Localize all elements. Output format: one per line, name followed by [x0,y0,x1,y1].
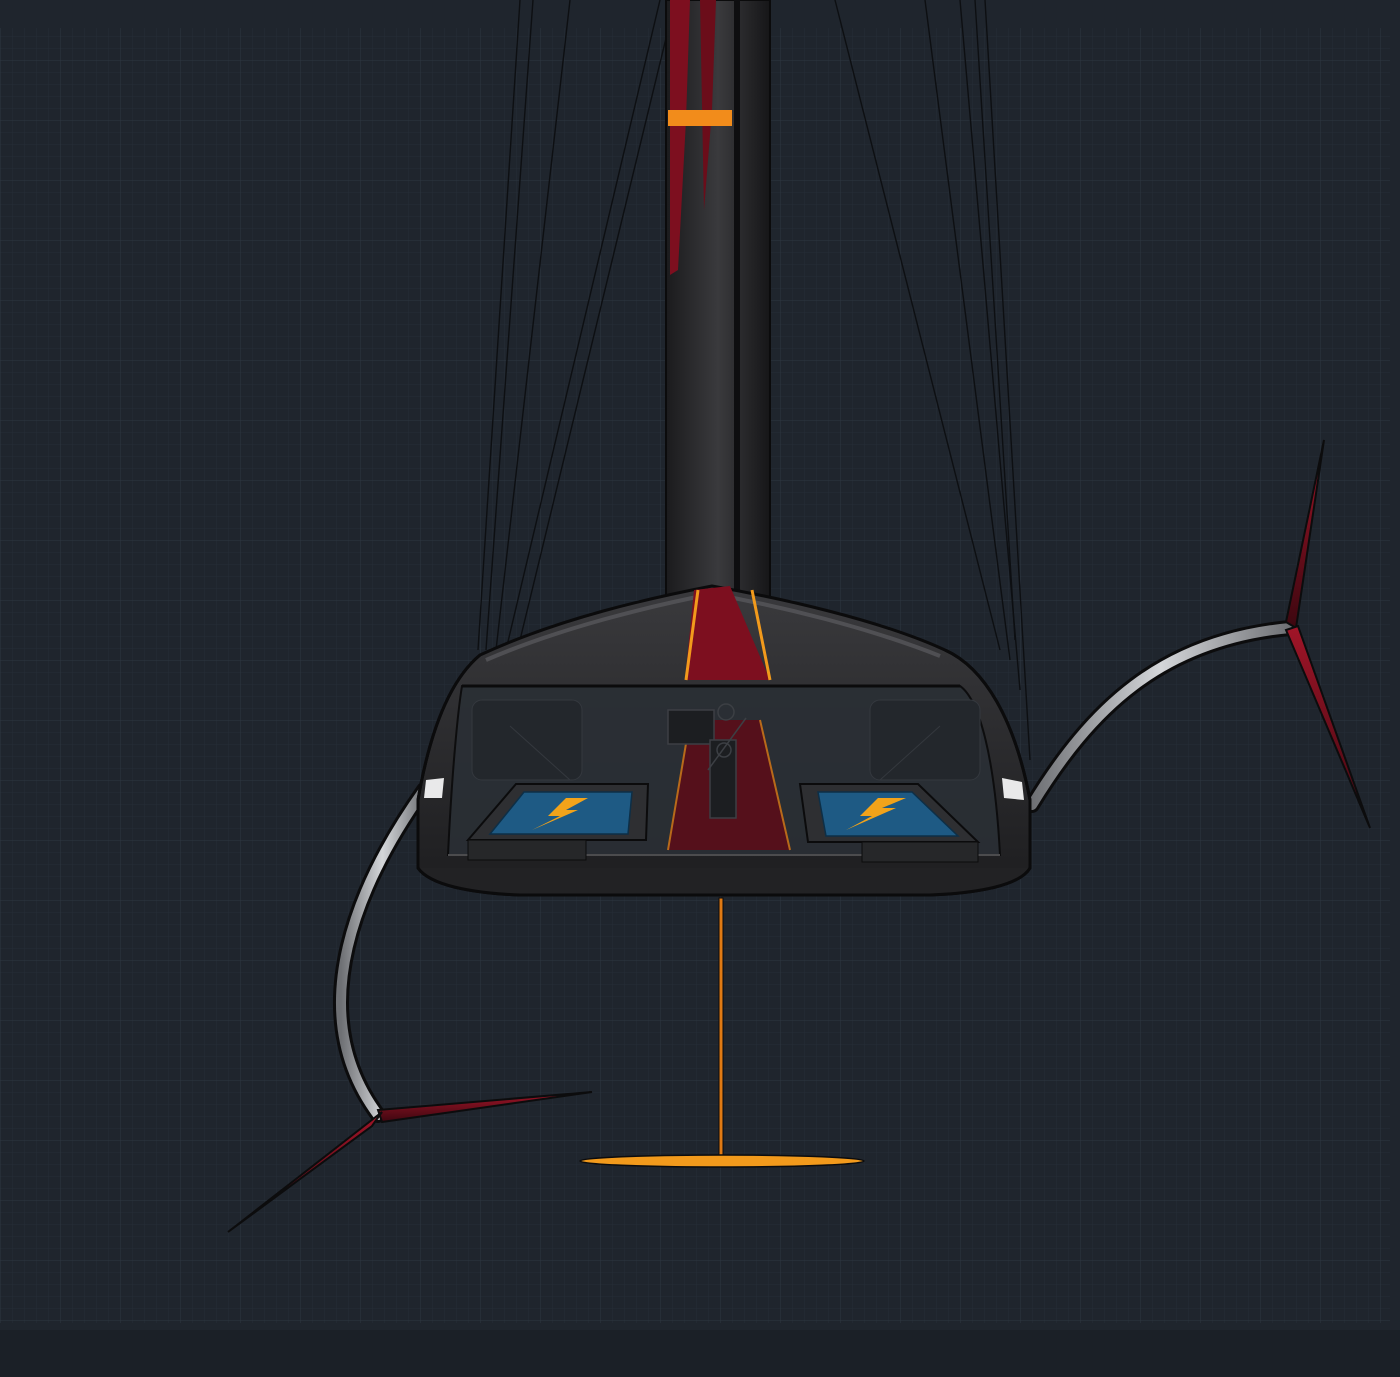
yacht-diagram-svg [0,0,1400,1377]
mast [665,0,771,601]
mast-groove [734,0,740,600]
cockpit-machinery-right [869,699,981,781]
rudder-elevator [579,1154,865,1168]
mast-orange-band [668,110,732,126]
yacht-diagram-canvas [0,0,1400,1377]
hull-bottom [416,867,1032,897]
cockpit-machinery-left [471,699,583,781]
bottom-strip [0,1330,1400,1377]
port-light [424,778,444,798]
